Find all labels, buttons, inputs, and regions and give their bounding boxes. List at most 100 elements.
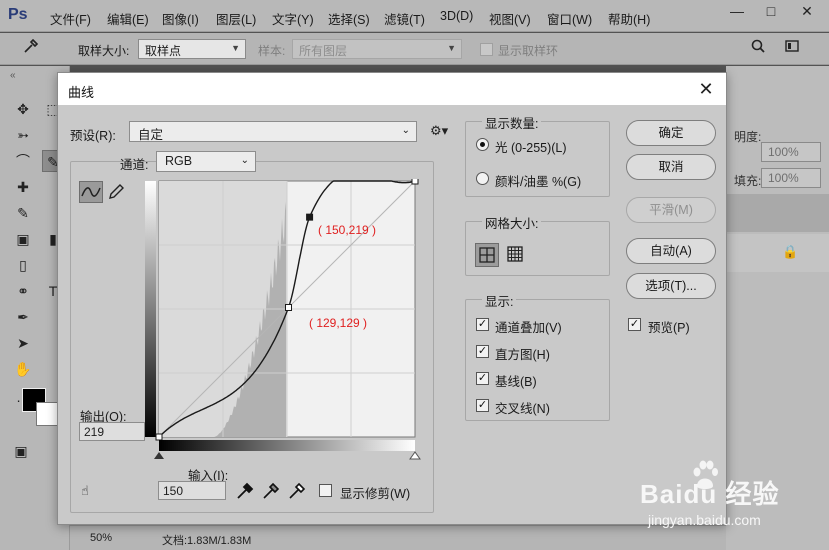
- auto-button[interactable]: 自动(A): [626, 238, 716, 264]
- show-clipping-label: 显示修剪(W): [340, 487, 411, 501]
- preview-label: 预览(P): [648, 321, 690, 335]
- fill-field[interactable]: 100%: [761, 168, 821, 188]
- input-field[interactable]: 150: [158, 481, 226, 500]
- opacity-field[interactable]: 100%: [761, 142, 821, 162]
- curve-control-point[interactable]: [155, 433, 163, 441]
- histogram-checkbox[interactable]: ✓: [476, 345, 489, 358]
- blur-tool-icon[interactable]: ⚭: [12, 280, 34, 302]
- sample-size-value: 取样点: [145, 44, 182, 58]
- smooth-button[interactable]: 平滑(M): [626, 197, 716, 223]
- black-point-slider[interactable]: [154, 452, 164, 459]
- baseline-checkbox[interactable]: ✓: [476, 372, 489, 385]
- minimize-icon[interactable]: —: [720, 0, 754, 22]
- zoom-level[interactable]: 50%: [90, 532, 112, 544]
- sample-size-label: 取样大小:: [78, 44, 130, 58]
- sample-label: 样本:: [258, 44, 286, 58]
- chevron-down-icon: ⌄: [240, 155, 249, 166]
- chevron-down-icon: ▼: [231, 43, 240, 53]
- ok-button[interactable]: 确定: [626, 120, 716, 146]
- curve-graph[interactable]: [145, 179, 425, 469]
- stamp-tool-icon[interactable]: ▣: [12, 228, 34, 250]
- target-adjust-hand-icon[interactable]: ☝: [81, 483, 89, 499]
- show-title: 显示:: [482, 291, 517, 310]
- curve-control-point[interactable]: [285, 303, 293, 311]
- output-value: 219: [84, 425, 105, 439]
- histogram-label: 直方图(H): [495, 348, 550, 362]
- channel-select[interactable]: RGB ⌄: [156, 151, 256, 172]
- cancel-button[interactable]: 取消: [626, 154, 716, 180]
- pen-tool-icon[interactable]: ✒: [12, 306, 34, 328]
- watermark-brand: Baidu 经验: [640, 479, 780, 509]
- menu-filter[interactable]: 滤镜(T): [384, 9, 425, 28]
- grid-detailed-icon[interactable]: [503, 243, 527, 267]
- intersection-line-checkbox[interactable]: ✓: [476, 399, 489, 412]
- channel-overlay-label: 通道叠加(V): [495, 321, 562, 335]
- sample-select[interactable]: 所有图层 ▼: [292, 39, 462, 59]
- path-select-icon[interactable]: ➤: [12, 332, 34, 354]
- input-gradient-bar: [159, 440, 415, 451]
- grid-simple-icon[interactable]: [475, 243, 499, 267]
- search-icon[interactable]: [747, 38, 769, 60]
- opacity-label: 明度:: [734, 130, 762, 144]
- dialog-close-icon[interactable]: ✕: [694, 77, 718, 101]
- maximize-icon[interactable]: □: [754, 0, 788, 22]
- menu-layer[interactable]: 图层(L): [216, 9, 256, 28]
- menu-view[interactable]: 视图(V): [489, 9, 531, 28]
- quick-mask-icon[interactable]: ▣: [10, 440, 32, 462]
- show-ring-checkbox[interactable]: [480, 43, 493, 56]
- menu-select[interactable]: 选择(S): [328, 9, 370, 28]
- pencil-draw-icon[interactable]: [106, 181, 126, 203]
- radio-pigment-label: 颜料/油墨 %(G): [495, 175, 582, 189]
- fill-label: 填充:: [734, 174, 762, 188]
- output-gradient-bar: [145, 181, 156, 437]
- radio-pigment[interactable]: [476, 172, 489, 185]
- sample-size-select[interactable]: 取样点 ▼: [138, 39, 246, 59]
- menu-type[interactable]: 文字(Y): [272, 9, 314, 28]
- channel-overlay-checkbox[interactable]: ✓: [476, 318, 489, 331]
- options-button[interactable]: 选项(T)...: [626, 273, 716, 299]
- lasso-tool-icon[interactable]: ➳: [12, 124, 34, 146]
- curves-dialog: 曲线 ✕ 预设(R): 自定 ⌄ ⚙▾ 通道: RGB ⌄ ( 150,219 …: [57, 72, 727, 525]
- radio-light[interactable]: [476, 138, 489, 151]
- gray-eyedropper-icon[interactable]: [262, 482, 280, 503]
- close-icon[interactable]: ✕: [790, 0, 824, 22]
- menu-help[interactable]: 帮助(H): [608, 9, 650, 28]
- menu-window[interactable]: 窗口(W): [547, 9, 592, 28]
- preset-options-gear-icon[interactable]: ⚙▾: [430, 123, 448, 139]
- preview-checkbox[interactable]: ✓: [628, 318, 641, 331]
- output-field[interactable]: 219: [79, 422, 145, 441]
- brush-tool-icon[interactable]: ✎: [12, 202, 34, 224]
- layer-row[interactable]: 🔒: [726, 234, 829, 272]
- white-eyedropper-icon[interactable]: [288, 482, 306, 503]
- workspace-icon[interactable]: [783, 38, 805, 60]
- menu-bar: Ps 文件(F) 编辑(E) 图像(I) 图层(L) 文字(Y) 选择(S) 滤…: [0, 0, 829, 32]
- menu-file[interactable]: 文件(F): [50, 9, 91, 28]
- document-info: 文档:1.83M/1.83M: [162, 535, 252, 547]
- preset-select[interactable]: 自定 ⌄: [129, 121, 417, 142]
- eyedropper-tool-icon[interactable]: [20, 38, 42, 60]
- curve-point-mode-icon[interactable]: [79, 181, 103, 203]
- curve-control-point[interactable]: [306, 213, 314, 221]
- menu-image[interactable]: 图像(I): [162, 9, 199, 28]
- move-tool-icon[interactable]: ✥: [12, 98, 34, 120]
- watermark-url: jingyan.baidu.com: [648, 512, 761, 528]
- healing-brush-icon[interactable]: ✚: [12, 176, 34, 198]
- options-bar: 取样大小: 取样点 ▼ 样本: 所有图层 ▼ 显示取样环: [0, 33, 829, 65]
- opacity-value: 100%: [768, 145, 799, 159]
- menu-3d[interactable]: 3D(D): [440, 9, 473, 23]
- input-value: 150: [163, 484, 184, 498]
- hand-tool-icon[interactable]: ✋: [12, 358, 34, 380]
- black-eyedropper-icon[interactable]: [236, 482, 254, 503]
- curve-control-point[interactable]: [411, 179, 419, 185]
- white-point-slider[interactable]: [409, 451, 421, 460]
- crop-tool-icon[interactable]: ⌒: [12, 150, 34, 172]
- layer-row-selected[interactable]: [726, 194, 829, 232]
- channel-value: RGB: [165, 154, 193, 168]
- status-bar: 50% 文档:1.83M/1.83M: [70, 525, 726, 550]
- channel-label: 通道:: [120, 158, 149, 172]
- collapse-icon[interactable]: «: [10, 70, 16, 81]
- show-clipping-checkbox[interactable]: [319, 484, 332, 497]
- dialog-titlebar: 曲线 ✕: [58, 73, 726, 105]
- menu-edit[interactable]: 编辑(E): [107, 9, 149, 28]
- eraser-tool-icon[interactable]: ▯: [12, 254, 34, 276]
